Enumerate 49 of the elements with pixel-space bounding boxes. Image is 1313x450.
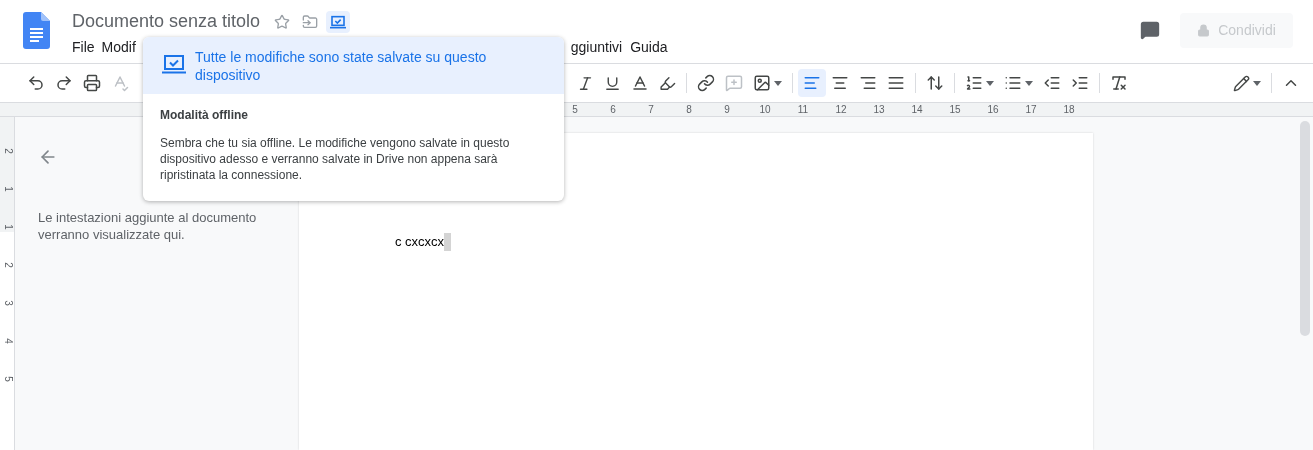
ruler-number: 6 [609, 104, 617, 115]
image-icon [753, 74, 771, 92]
caret-icon [986, 80, 994, 86]
scrollbar[interactable] [1300, 121, 1310, 336]
ruler-number: 16 [986, 104, 1000, 115]
folder-icon[interactable] [302, 13, 319, 30]
popup-message: Sembra che tu sia offline. Le modifiche vengono salvate in questo dispositivo adesso e verranno salvate in Drive non appena sarà ripristinata la connessione. [160, 135, 511, 183]
comment-icon[interactable] [1140, 20, 1160, 40]
popup-heading: Modalità offline [160, 107, 249, 124]
lock-icon [1197, 24, 1211, 37]
menu-item[interactable]: ggiuntivi [570, 37, 623, 58]
ruler-number: 10 [758, 104, 772, 115]
text-cursor [444, 232, 452, 251]
ruler-number: 7 [647, 104, 655, 115]
align-left-icon[interactable] [798, 69, 826, 97]
menu-item[interactable]: File [72, 37, 95, 58]
menu-item[interactable]: Guida [630, 37, 668, 58]
caret-icon [774, 80, 782, 86]
document-text: c cxcxcx [395, 233, 445, 251]
ruler-number: 2 [2, 262, 13, 268]
pencil-icon [1233, 74, 1250, 92]
ruler-number: 1 [2, 224, 13, 230]
ruler-number: 9 [723, 104, 731, 115]
ruler-number: 5 [2, 376, 13, 382]
ruler-number: 8 [685, 104, 693, 115]
document-title[interactable]: Documento senza titolo [72, 8, 261, 35]
ruler-number: 2 [2, 148, 13, 154]
ruler-number: 14 [910, 104, 924, 115]
ruler-number: 3 [2, 300, 13, 306]
ruler-number: 15 [948, 104, 962, 115]
ruler-number: 4 [2, 338, 13, 344]
laptop-check-icon [162, 54, 186, 74]
ruler-number: 17 [1024, 104, 1038, 115]
bulleted-list-icon [1004, 74, 1022, 92]
docs-logo-icon[interactable] [23, 12, 50, 49]
save-status-text: Tutte le modifiche sono state salvate su questo dispositivo [195, 48, 488, 84]
star-icon[interactable] [274, 13, 291, 30]
caret-icon [1025, 80, 1033, 86]
ruler-number: 18 [1062, 104, 1076, 115]
ruler-number: 13 [872, 104, 886, 115]
saved-device-icon[interactable] [326, 10, 351, 33]
menu-item[interactable]: Modif [101, 37, 136, 58]
outline-hint: Le intestazioni aggiunte al documento verranno visualizzate qui. [38, 209, 258, 243]
ruler-number: 12 [834, 104, 848, 115]
numbered-list-icon [965, 74, 983, 92]
ruler-number: 1 [2, 186, 13, 192]
caret-icon [1253, 80, 1261, 86]
ruler-number: 5 [571, 104, 579, 115]
ruler-number: 11 [796, 104, 810, 115]
